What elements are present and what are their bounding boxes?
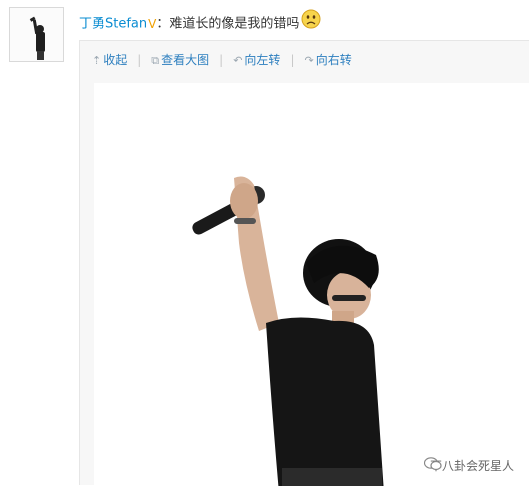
sad-face-emoji-icon — [301, 9, 321, 36]
collapse-button[interactable]: ⇡ 收起 — [92, 51, 127, 70]
colon: ： — [156, 16, 170, 32]
view-large-label: 查看大图 — [161, 53, 210, 67]
toolbar-separator: | — [219, 53, 224, 67]
rotate-right-label: 向右转 — [315, 53, 352, 67]
avatar[interactable] — [9, 7, 64, 62]
image-toolbar: ⇡ 收起 | ⧉ 查看大图 | ↶ 向左转 | ↷ 向右转 — [92, 51, 352, 69]
toolbar-separator: | — [290, 53, 295, 67]
arrow-up-icon: ⇡ — [92, 54, 102, 67]
rotate-left-label: 向左转 — [244, 53, 281, 67]
post-header: 丁勇StefanV：难道长的像是我的错吗 — [79, 9, 321, 32]
view-large-button[interactable]: ⧉ 查看大图 — [151, 51, 209, 70]
post-text: 难道长的像是我的错吗 — [169, 16, 300, 32]
external-link-icon: ⧉ — [151, 54, 160, 67]
rotate-left-button[interactable]: ↶ 向左转 — [233, 51, 280, 70]
post-photo[interactable]: 不八卦会死星人 — [94, 83, 529, 486]
watermark-text: 不八卦会死星人 — [429, 459, 514, 473]
rotate-right-button[interactable]: ↷ 向右转 — [304, 51, 351, 70]
singer-photo-image — [94, 83, 529, 486]
rotate-right-icon: ↷ — [304, 54, 314, 67]
watermark: 不八卦会死星人 — [423, 457, 514, 474]
collapse-label: 收起 — [103, 53, 128, 67]
username-link[interactable]: 丁勇Stefan — [79, 17, 147, 32]
rotate-left-icon: ↶ — [233, 54, 243, 67]
media-panel: ⇡ 收起 | ⧉ 查看大图 | ↶ 向左转 | ↷ 向右转 不八卦会死星人 — [79, 40, 529, 486]
toolbar-separator: | — [137, 53, 142, 67]
avatar-image — [10, 8, 63, 61]
